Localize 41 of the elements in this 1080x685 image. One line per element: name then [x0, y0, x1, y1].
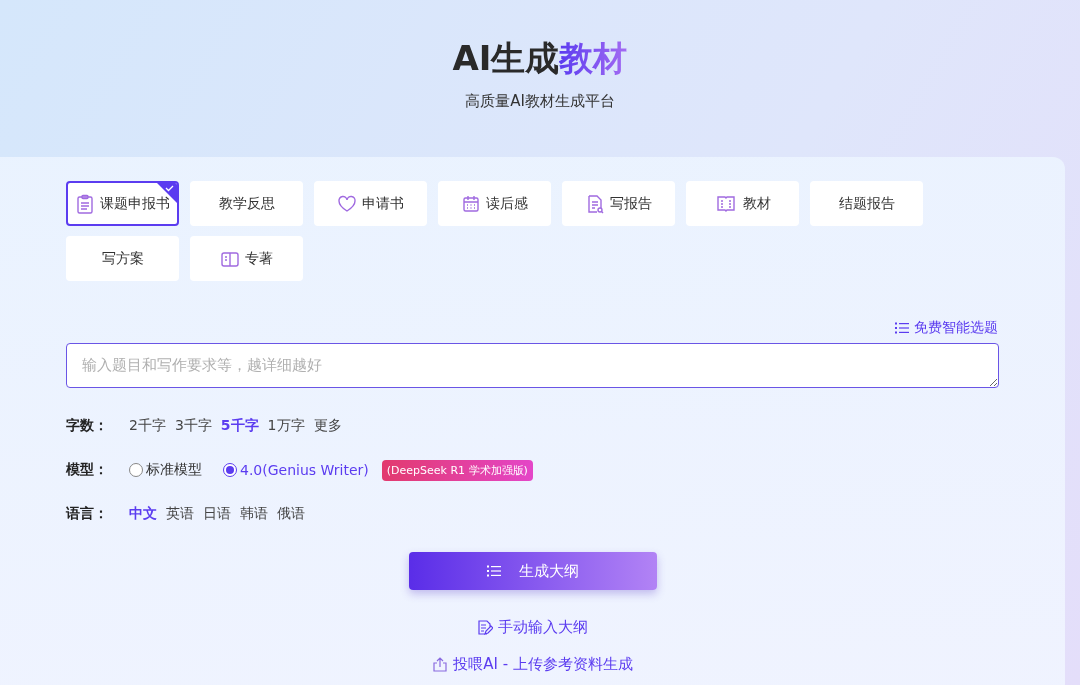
option-label: 模型： — [66, 461, 109, 479]
upload-reference-link[interactable]: 投喂AI - 上传参考资料生成 — [432, 655, 633, 674]
type-tab[interactable]: 教材 — [686, 181, 799, 226]
language-option[interactable]: 俄语 — [277, 505, 305, 523]
page-title: AI生成 — [452, 37, 560, 80]
type-tab[interactable]: 读后感 — [438, 181, 551, 226]
word-count-option[interactable]: 更多 — [313, 417, 342, 435]
word-count-option[interactable]: 2千字 — [129, 417, 166, 435]
type-tab[interactable]: 课题申报书 — [66, 181, 179, 226]
type-tab[interactable]: 申请书 — [314, 181, 427, 226]
model-tag: (DeepSeek R1 学术加强版) — [381, 459, 533, 481]
type-tab[interactable]: 写报告 — [562, 181, 675, 226]
manual-outline-link[interactable]: 手动输入大纲 — [477, 618, 588, 637]
word-count-option[interactable]: 3千字 — [174, 417, 212, 435]
type-tab[interactable]: 结题报告 — [810, 181, 923, 226]
calendar-icon — [461, 193, 481, 214]
language-option[interactable]: 日语 — [203, 505, 231, 523]
clipboard-icon — [75, 193, 95, 214]
type-tab[interactable]: 教学反思 — [190, 181, 303, 226]
type-tab[interactable]: 写方案 — [66, 236, 179, 281]
type-tab[interactable]: 专著 — [190, 236, 303, 281]
book-icon — [714, 193, 738, 214]
edit-document-icon — [477, 619, 493, 636]
document-search-icon — [585, 193, 605, 214]
topic-suggest-link[interactable]: 免费智能选题 — [895, 319, 998, 337]
model-radio[interactable]: 标准模型 — [129, 461, 202, 479]
prompt-input-field[interactable]: 输入题目和写作要求等，越详细越好 — [66, 343, 999, 388]
list-icon — [486, 565, 501, 577]
list-icon — [895, 322, 909, 334]
generate-outline-button[interactable]: 生成大纲 — [408, 552, 657, 590]
language-option[interactable]: 英语 — [166, 505, 194, 523]
word-count-option[interactable]: 1万字 — [267, 417, 305, 435]
upload-icon — [432, 657, 449, 672]
option-label: 语言： — [66, 505, 109, 523]
model-label: 标准模型 — [146, 461, 202, 479]
option-label: 字数： — [66, 417, 109, 435]
word-count-option[interactable]: 5千字 — [220, 417, 259, 435]
heart-icon — [337, 193, 357, 214]
language-option[interactable]: 韩语 — [240, 505, 268, 523]
page-subtitle: 高质量AI教材生成平台 — [465, 92, 615, 111]
language-option[interactable]: 中文 — [129, 505, 157, 523]
